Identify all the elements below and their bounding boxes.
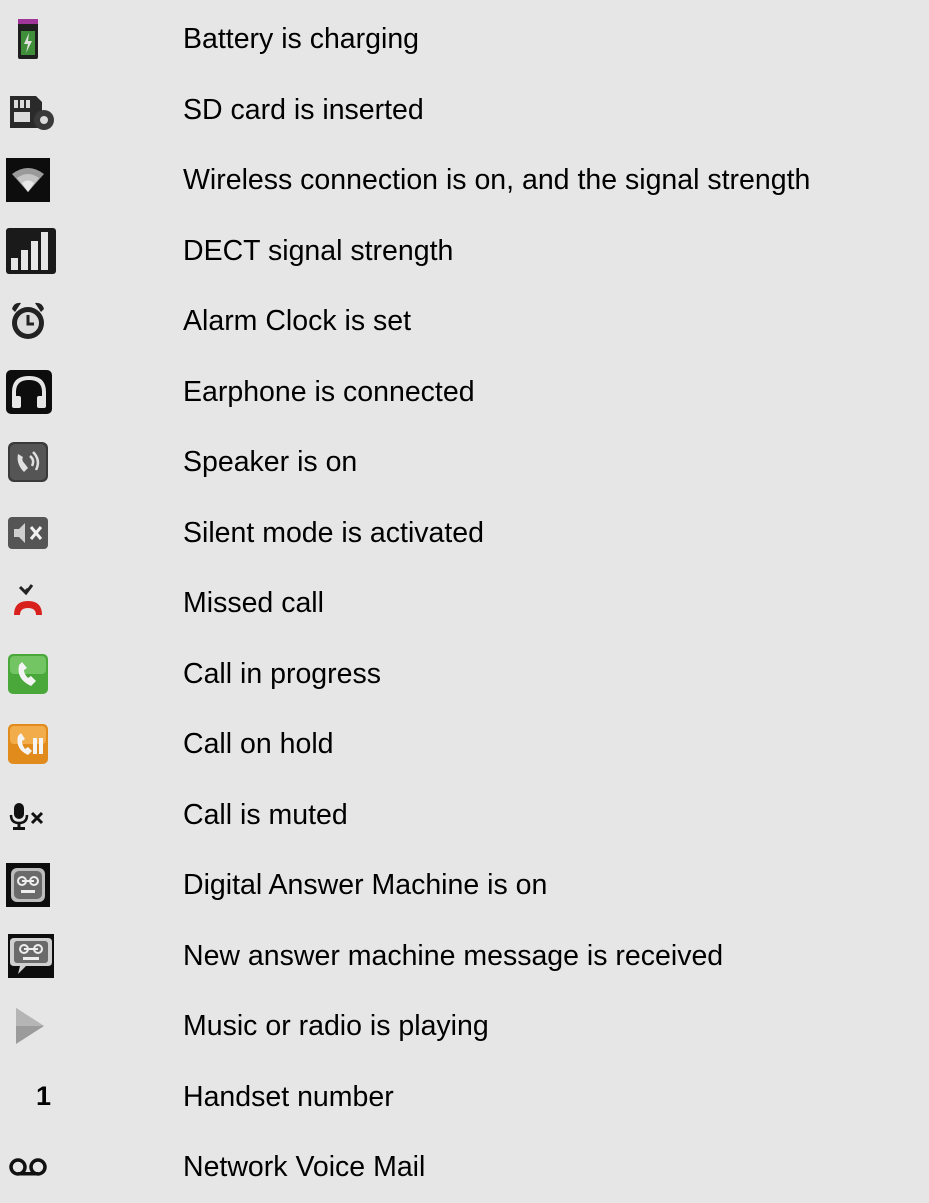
handset-number-icon: 1: [6, 1073, 70, 1121]
legend-label: Network Voice Mail: [183, 1151, 426, 1183]
new-message-icon: [6, 932, 70, 980]
list-item: Call is muted: [0, 780, 929, 851]
legend-label: Digital Answer Machine is on: [183, 869, 548, 901]
legend-label: Speaker is on: [183, 446, 358, 478]
legend-label: Call on hold: [183, 728, 334, 760]
list-item: Wireless connection is on, and the signa…: [0, 145, 929, 216]
missed-call-icon: [6, 579, 70, 627]
list-item: Missed call: [0, 568, 929, 639]
list-item: Network Voice Mail: [0, 1132, 929, 1203]
legend-label: Silent mode is activated: [183, 516, 484, 549]
list-item: 1 Handset number: [0, 1062, 929, 1133]
list-item: Silent mode is activated: [0, 498, 929, 569]
legend-label: Music or radio is playing: [183, 1010, 489, 1042]
legend-label: Call is muted: [183, 798, 348, 831]
sd-card-icon: [6, 86, 70, 134]
status-icon-legend: Battery is charging SD card is inserted: [0, 4, 929, 1203]
call-on-hold-icon: [6, 720, 70, 768]
call-in-progress-icon: [6, 650, 70, 698]
list-item: Earphone is connected: [0, 357, 929, 428]
legend-label: New answer machine message is received: [183, 939, 724, 972]
list-item: Music or radio is playing: [0, 991, 929, 1062]
legend-label: Earphone is connected: [183, 375, 475, 408]
list-item: Speaker is on: [0, 427, 929, 498]
list-item: Battery is charging: [0, 4, 929, 75]
legend-label: SD card is inserted: [183, 93, 424, 126]
wifi-icon: [6, 156, 70, 204]
list-item: Call in progress: [0, 639, 929, 710]
legend-label: Battery is charging: [183, 23, 420, 55]
list-item: SD card is inserted: [0, 75, 929, 146]
dect-signal-icon: [6, 227, 70, 275]
legend-label: Wireless connection is on, and the signa…: [183, 164, 811, 196]
list-item: New answer machine message is received: [0, 921, 929, 992]
headphones-icon: [6, 368, 70, 416]
legend-label: Alarm Clock is set: [183, 305, 412, 337]
legend-label: DECT signal strength: [183, 234, 454, 267]
list-item: Alarm Clock is set: [0, 286, 929, 357]
legend-label: Call in progress: [183, 657, 381, 690]
answer-machine-icon: [6, 861, 70, 909]
mic-muted-icon: [6, 791, 70, 839]
play-icon: [6, 1002, 70, 1050]
battery-charging-icon: [6, 15, 70, 63]
legend-label: Missed call: [183, 587, 324, 619]
list-item: Call on hold: [0, 709, 929, 780]
speaker-icon: [6, 438, 70, 486]
list-item: DECT signal strength: [0, 216, 929, 287]
alarm-clock-icon: [6, 297, 70, 345]
legend-label: Handset number: [183, 1080, 394, 1113]
silent-mode-icon: [6, 509, 70, 557]
voicemail-icon: [6, 1143, 70, 1191]
list-item: Digital Answer Machine is on: [0, 850, 929, 921]
handset-number-glyph: 1: [36, 1081, 52, 1112]
